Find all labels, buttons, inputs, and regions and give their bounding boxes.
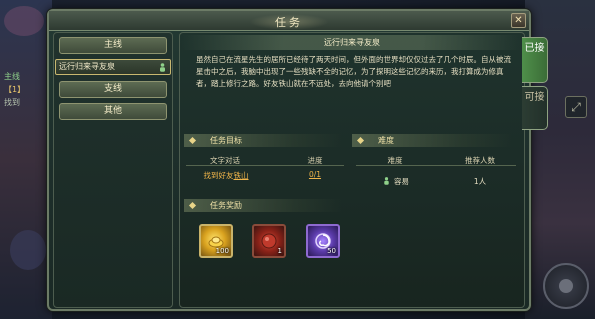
objective-target-link[interactable]: 铁山	[234, 171, 249, 180]
difficulty-level-label: 容易	[394, 177, 409, 186]
objective-prefix: 找到好友	[203, 171, 234, 180]
reward-count: 1	[277, 247, 282, 255]
tracker-line: 【1】	[4, 85, 26, 94]
background-rock	[4, 6, 44, 36]
category-other-button[interactable]: 其他	[59, 103, 167, 120]
objective-divider	[186, 165, 344, 166]
quest-category-panel: 主线 远行归来寻友泉 支线 其他	[53, 32, 173, 308]
rewards-section-header: 任务奖励	[184, 199, 342, 212]
rewards-header-label: 任务奖励	[210, 201, 242, 210]
quest-title: 远行归来寻友泉	[182, 35, 522, 50]
difficulty-level: 容易	[366, 176, 426, 187]
category-main-button[interactable]: 主线	[59, 37, 167, 54]
quest-detail-panel: 远行归来寻友泉 虽然自己在流星先生的居所已经待了两天时间，但外面的世界却仅仅过去…	[179, 32, 525, 308]
recommended-players: 1人	[473, 177, 487, 186]
diamond-bullet-icon	[188, 136, 197, 145]
background-quest-tracker: 主线 【1】 找到	[4, 70, 50, 130]
window-title: 任务	[249, 14, 329, 30]
category-side-button[interactable]: 支线	[59, 81, 167, 98]
fullscreen-icon[interactable]: ⤢	[565, 96, 587, 118]
quest-list-item-label: 远行归来寻友泉	[59, 62, 115, 71]
diamond-bullet-icon	[188, 201, 197, 210]
objective-row-progress: 0/1	[308, 170, 322, 179]
quest-description: 虽然自己在流星先生的居所已经待了两天时间，但外面的世界却仅仅过去了几个时辰。自从…	[196, 55, 511, 88]
tracker-line: 主线	[4, 72, 20, 81]
red-orb-icon	[261, 233, 277, 249]
quest-list-item[interactable]: 远行归来寻友泉	[55, 59, 171, 75]
tracker-line: 找到	[4, 98, 20, 107]
tab-available[interactable]: 可接	[522, 86, 548, 130]
difficulty-divider	[356, 165, 516, 166]
close-button[interactable]: ✕	[511, 13, 526, 28]
person-icon	[160, 63, 165, 72]
tab-accepted[interactable]: 已接	[522, 37, 548, 83]
reward-slot-gold[interactable]: 100	[199, 224, 233, 258]
person-icon	[384, 177, 389, 185]
reward-slot-red-orb[interactable]: 1	[252, 224, 286, 258]
objective-header-label: 任务目标	[210, 136, 242, 145]
background-scene-left	[0, 0, 52, 319]
quest-window: 任务 ✕ 主线 远行归来寻友泉 支线 其他 远行归来寻友泉 虽然自己在流星先生的…	[47, 9, 531, 311]
reward-count: 50	[327, 247, 336, 255]
difficulty-header-label: 难度	[378, 136, 394, 145]
reward-slot-purple[interactable]: 50	[306, 224, 340, 258]
difficulty-section-header: 难度	[352, 134, 512, 147]
objective-row-text[interactable]: 找到好友铁山	[184, 170, 268, 181]
background-rock	[10, 230, 46, 270]
reward-count: 100	[215, 247, 229, 255]
objective-section-header: 任务目标	[184, 134, 342, 147]
diamond-bullet-icon	[356, 136, 365, 145]
skill-joystick-button[interactable]	[543, 263, 589, 309]
window-titlebar: 任务 ✕	[49, 11, 529, 31]
